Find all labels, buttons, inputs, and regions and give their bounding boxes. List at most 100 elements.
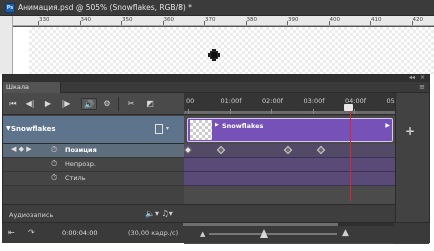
keyframe-lane-opacity[interactable] xyxy=(184,158,395,172)
canvas-margin xyxy=(13,27,29,74)
timeline-ruler-label: 02:00f xyxy=(262,97,284,105)
property-row-position[interactable]: ◀ ◆ ▶ ⏱ Позиция xyxy=(3,144,184,158)
layer-dropdown-icon[interactable]: ▾ xyxy=(166,125,169,132)
keyframe[interactable] xyxy=(283,145,292,155)
timeline-ruler-tick xyxy=(188,109,189,114)
previous-frame-icon[interactable]: ◀| xyxy=(23,98,37,110)
layers-empty-area xyxy=(3,188,184,204)
keyframe[interactable] xyxy=(183,145,193,155)
timeline-ruler-minor-tick xyxy=(343,111,345,114)
expand-arrow-icon[interactable]: ▼ xyxy=(6,125,11,132)
close-panel-icon[interactable]: × xyxy=(420,74,425,81)
timeline-ruler[interactable]: 00 01:00f 02:00f 03:00f 04:00f 05:0 xyxy=(184,93,395,115)
audio-options-icon[interactable]: 🔈▾ ♫▾ xyxy=(145,209,173,218)
ruler-tick xyxy=(245,21,247,25)
layer-name: Snowflakes xyxy=(11,125,56,133)
property-label: Позиция xyxy=(65,146,97,154)
timeline-ruler-label: 01:00f xyxy=(220,97,242,105)
stopwatch-icon[interactable]: ⏱ xyxy=(51,159,57,169)
document-tab[interactable]: Ps Анимация.psd @ 505% (Snowflakes, RGB/… xyxy=(0,0,434,16)
ruler-tick xyxy=(204,21,205,25)
playhead-handle[interactable] xyxy=(344,104,353,111)
ruler-tick xyxy=(162,21,164,25)
render-video-icon[interactable]: ⇤ xyxy=(8,228,15,237)
ruler-tick xyxy=(370,21,371,25)
property-label: Стиль xyxy=(65,174,86,182)
video-clip[interactable]: ▶ Snowflakes ▶ xyxy=(187,118,393,142)
panel-tab-row: Шкала времени ≡ xyxy=(3,82,429,102)
first-frame-icon[interactable]: ⏮ xyxy=(7,98,19,110)
frame-rate[interactable]: (30,00 кадр./с) xyxy=(128,229,178,237)
ruler-tick xyxy=(411,21,413,25)
keyframe-lane-style[interactable] xyxy=(184,172,395,186)
ruler-label: 360 xyxy=(163,17,175,23)
timeline-ruler-tick xyxy=(354,109,355,114)
horizontal-ruler[interactable]: 330 340 350 360 370 380 390 400 410 420 xyxy=(13,16,434,26)
layer-row[interactable]: ▼ Snowflakes ▾ xyxy=(3,116,184,144)
keyframe-navigator[interactable]: ◀ ◆ ▶ xyxy=(11,145,32,153)
horizontal-scrollbar[interactable] xyxy=(183,223,394,226)
timeline-ruler-minor-tick xyxy=(281,111,283,114)
keyframe-lane-position[interactable] xyxy=(183,144,395,158)
timeline-ruler-minor-tick xyxy=(374,111,376,114)
audio-track-header[interactable]: Аудиозапись 🔈▾ ♫▾ xyxy=(3,204,184,224)
timeline-ruler-label: 00 xyxy=(186,97,195,105)
timeline-ruler-minor-tick xyxy=(291,111,293,114)
film-strip-icon[interactable] xyxy=(155,124,163,134)
clip-name: Snowflakes xyxy=(222,122,264,130)
ruler-label: 340 xyxy=(80,17,92,23)
sound-icon[interactable]: 🔊 xyxy=(81,98,97,110)
panel-titlebar[interactable]: ◂◂ × xyxy=(3,74,429,82)
keyframe[interactable] xyxy=(216,145,226,155)
play-icon[interactable]: ▶ xyxy=(42,98,54,110)
ruler-label: 350 xyxy=(122,17,133,23)
timeline-ruler-tick xyxy=(312,109,314,114)
settings-icon[interactable]: ⚙ xyxy=(101,98,113,110)
scrollbar-thumb[interactable] xyxy=(183,223,338,226)
timeline-ruler-label: 03:00f xyxy=(303,97,325,105)
ruler-tick xyxy=(121,21,122,25)
panel-menu-icon[interactable]: ≡ xyxy=(419,82,425,93)
ruler-label: 390 xyxy=(288,17,299,23)
timeline-ruler-minor-tick xyxy=(260,111,262,114)
ruler-label: 420 xyxy=(412,17,424,23)
collapse-panel-icon[interactable]: ◂◂ xyxy=(409,74,415,81)
close-tab-icon[interactable]: × xyxy=(178,3,184,11)
document-window: Ps Анимация.psd @ 505% (Snowflakes, RGB/… xyxy=(0,0,434,74)
ruler-label: 330 xyxy=(39,17,50,23)
stopwatch-icon[interactable]: ⏱ xyxy=(51,145,57,155)
zoom-in-icon[interactable]: ▲ xyxy=(342,228,349,238)
document-canvas[interactable] xyxy=(29,27,434,74)
playhead-line[interactable] xyxy=(350,111,351,201)
toolbar-divider xyxy=(118,97,119,111)
ruler-tick xyxy=(79,21,81,25)
playback-controls: ⏮ ◀| ▶ |▶ 🔊 ⚙ ✂ ◩ xyxy=(3,93,184,115)
next-frame-icon[interactable]: |▶ xyxy=(59,98,73,110)
zoom-slider[interactable] xyxy=(209,233,337,235)
ruler-label: 370 xyxy=(205,17,216,23)
timeline-ruler-minor-tick xyxy=(322,111,324,114)
audio-track-lane[interactable] xyxy=(184,204,395,224)
tab-timeline[interactable]: Шкала времени xyxy=(3,82,61,102)
timeline-ruler-minor-tick xyxy=(333,111,335,114)
timeline-status-bar: ⇤ ↷ 0:00:04:00 (30,00 кадр./с) ▲ ▲ xyxy=(2,222,430,243)
property-label: Непрозр. xyxy=(65,160,96,168)
current-time[interactable]: 0:00:04:00 xyxy=(62,229,98,237)
work-area-bar[interactable] xyxy=(184,111,395,114)
timeline-ruler-minor-tick xyxy=(208,111,210,114)
document-title[interactable]: Анимация.psd @ 505% (Snowflakes, RGB/8) … xyxy=(18,3,192,12)
add-media-icon[interactable]: + xyxy=(405,124,415,138)
timeline-ruler-minor-tick xyxy=(385,111,387,114)
keyframe[interactable] xyxy=(316,145,326,155)
split-scissors-icon[interactable]: ✂ xyxy=(124,98,138,110)
clip-arrow-icon[interactable]: ▶ xyxy=(215,122,219,128)
stopwatch-icon[interactable]: ⏱ xyxy=(51,173,57,183)
transition-icon[interactable]: ◩ xyxy=(144,98,156,110)
property-row-style[interactable]: ⏱ Стиль xyxy=(3,172,184,186)
loop-icon[interactable]: ↷ xyxy=(28,228,35,237)
property-row-opacity[interactable]: ⏱ Непрозр. xyxy=(3,158,184,172)
vertical-ruler[interactable] xyxy=(0,16,13,74)
zoom-out-icon[interactable]: ▲ xyxy=(200,230,205,238)
clip-end-arrow-icon[interactable]: ▶ xyxy=(385,122,390,129)
timeline-panel: ◂◂ × Шкала времени ≡ ⏮ ◀| ▶ |▶ 🔊 ⚙ ✂ ◩ 0… xyxy=(2,74,430,244)
